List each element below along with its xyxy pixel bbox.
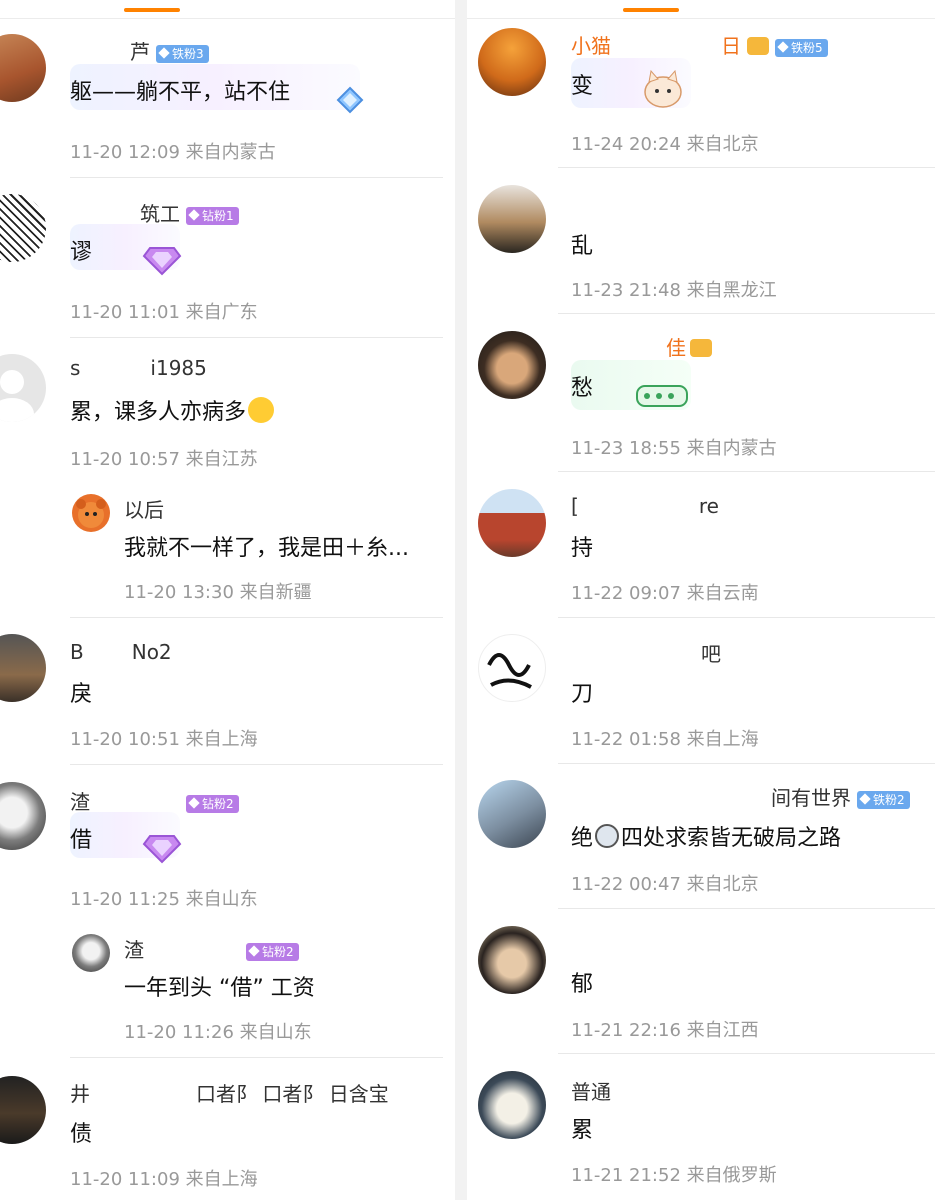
comment-meta: 11-21 22:16 来自江西 <box>571 1020 759 1041</box>
husky-emoji-icon <box>595 824 620 848</box>
comment-meta: 11-20 11:09 来自上海 <box>70 1169 258 1190</box>
divider <box>558 908 935 909</box>
username[interactable]: 小猫日铁粉5 <box>571 30 828 59</box>
avatar[interactable] <box>478 780 546 848</box>
reply-username[interactable]: 渣钻粉2 <box>124 934 299 963</box>
crown-icon <box>747 37 769 55</box>
comment-text: 戾 <box>70 682 93 707</box>
comment-text: 郁 <box>571 972 594 997</box>
avatar[interactable] <box>478 331 546 399</box>
divider <box>467 18 935 19</box>
infp-sticker-icon <box>635 380 689 410</box>
calligraphy-avatar[interactable] <box>478 634 546 702</box>
username[interactable]: 吧 <box>571 638 721 667</box>
gem-sticker-icon <box>142 830 182 864</box>
avatar[interactable] <box>0 1076 46 1144</box>
fan-badge: 钻粉2 <box>186 794 239 813</box>
comment-meta: 11-20 11:01 来自广东 <box>70 302 258 323</box>
username[interactable]: [re <box>571 494 719 518</box>
comment-text: 变 <box>571 74 594 99</box>
avatar[interactable] <box>478 185 546 253</box>
divider <box>0 18 455 19</box>
comment-meta: 11-23 18:55 来自内蒙古 <box>571 438 777 459</box>
comment-meta: 11-21 21:52 来自俄罗斯 <box>571 1165 777 1186</box>
reply-username[interactable]: 以后 <box>124 494 164 523</box>
divider <box>70 617 443 618</box>
comment-text: 累 <box>571 1118 594 1143</box>
comment-meta: 11-22 01:58 来自上海 <box>571 729 759 750</box>
diamond-sticker-icon <box>336 86 364 114</box>
avatar[interactable] <box>478 926 546 994</box>
divider <box>70 337 443 338</box>
avatar[interactable] <box>0 34 46 102</box>
comment-meta: 11-24 20:24 来自北京 <box>571 134 759 155</box>
default-avatar-icon[interactable] <box>0 354 46 422</box>
active-tab-indicator <box>623 8 679 12</box>
comment-text: 累，课多人亦病多 <box>70 394 275 426</box>
username[interactable]: 间有世界 铁粉2 <box>571 782 910 811</box>
comment-text: 持 <box>571 536 594 561</box>
reply-meta: 11-20 11:26 来自山东 <box>124 1022 312 1043</box>
divider <box>558 313 935 314</box>
active-tab-indicator <box>124 8 180 12</box>
divider <box>70 177 443 178</box>
username[interactable]: 普通 <box>571 1076 611 1105</box>
avatar[interactable] <box>0 194 46 262</box>
reply-meta: 11-20 13:30 来自新疆 <box>124 582 312 603</box>
fan-badge: 铁粉5 <box>775 38 828 57</box>
comment-meta: 11-22 09:07 来自云南 <box>571 583 759 604</box>
comment-text: 躯——躺不平，站不住 <box>70 80 291 105</box>
avatar[interactable] <box>478 489 546 557</box>
divider <box>70 1057 443 1058</box>
comment-meta: 11-20 12:09 来自内蒙古 <box>70 142 276 163</box>
comment-text: 债 <box>70 1122 93 1147</box>
cat-sticker-icon <box>641 68 685 110</box>
comment-meta: 11-22 00:47 来自北京 <box>571 874 759 895</box>
username[interactable]: s i1985 <box>70 356 207 380</box>
comment-meta: 11-20 11:25 来自山东 <box>70 889 258 910</box>
bear-avatar[interactable] <box>72 494 110 532</box>
crying-emoji-icon <box>248 397 275 423</box>
comment-meta: 11-23 21:48 来自黑龙江 <box>571 280 777 301</box>
fan-badge: 铁粉3 <box>156 44 209 63</box>
comment-text: 绝四处求索皆无破局之路 <box>571 824 842 851</box>
divider <box>558 1053 935 1054</box>
fan-badge: 钻粉2 <box>246 942 299 961</box>
divider <box>558 471 935 472</box>
reply-text: 一年到头 “借” 工资 <box>124 976 315 1001</box>
comment-meta: 11-20 10:51 来自上海 <box>70 729 258 750</box>
comment-text: 借 <box>70 828 93 853</box>
username[interactable]: 渣钻粉2 <box>70 786 239 815</box>
username[interactable]: B No2 <box>70 640 172 664</box>
divider <box>70 764 443 765</box>
avatar[interactable] <box>0 782 46 850</box>
fan-badge: 钻粉1 <box>186 206 239 225</box>
username[interactable]: 井口者阝 口者阝 日含宝 <box>70 1078 389 1107</box>
avatar[interactable] <box>72 934 110 972</box>
fan-badge: 铁粉2 <box>857 790 910 809</box>
comment-text: 刀 <box>571 682 594 707</box>
comment-text: 谬 <box>70 240 93 265</box>
reply-text: 我就不一样了，我是田＋糸... <box>124 536 409 561</box>
comment-text: 愁 <box>571 376 594 401</box>
comment-list-right[interactable]: 小猫日铁粉5 变 11-24 20:24 来自北京 乱 11-23 21:48 … <box>455 0 935 1200</box>
avatar[interactable] <box>478 1071 546 1139</box>
comment-meta: 11-20 10:57 来自江苏 <box>70 449 258 470</box>
divider <box>558 763 935 764</box>
username[interactable]: 筑工 钻粉1 <box>70 198 239 227</box>
divider <box>558 617 935 618</box>
avatar[interactable] <box>478 28 546 96</box>
divider <box>558 167 935 168</box>
comment-list-left[interactable]: 芦铁粉3 躯——躺不平，站不住 11-20 12:09 来自内蒙古 筑工 钻粉1 … <box>0 0 455 1200</box>
username[interactable]: 芦铁粉3 <box>70 36 209 65</box>
comment-text: 乱 <box>571 234 594 259</box>
username[interactable]: 佳 <box>571 332 712 361</box>
avatar[interactable] <box>0 634 46 702</box>
gem-sticker-icon <box>142 242 182 276</box>
crown-icon <box>690 339 712 357</box>
